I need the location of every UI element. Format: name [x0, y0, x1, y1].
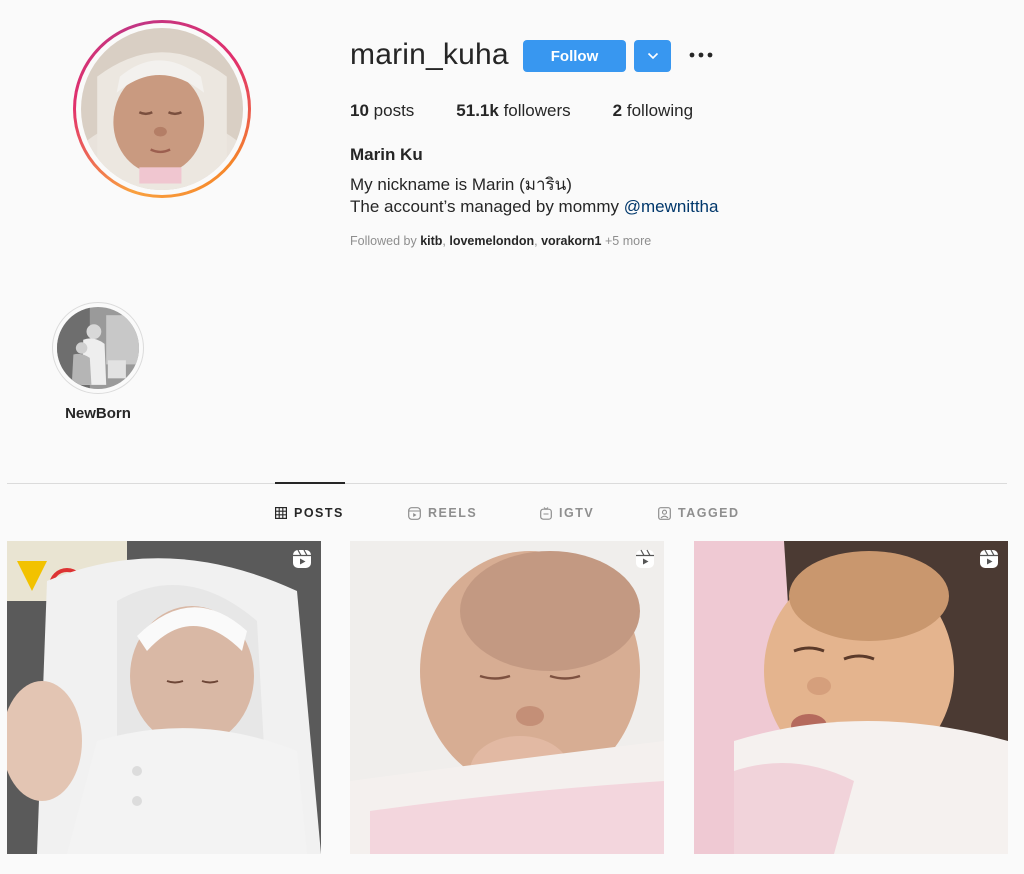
post-tile[interactable]: [7, 541, 321, 854]
bio-line-1: My nickname is Marin (มาริน): [350, 175, 572, 194]
post-photo: [7, 541, 321, 854]
tab-tagged[interactable]: TAGGED: [658, 504, 740, 522]
followers-count: 51.1k: [456, 101, 499, 120]
avatar-border: [76, 23, 248, 195]
follow-button[interactable]: Follow: [523, 40, 626, 72]
following-stat[interactable]: 2 following: [613, 101, 693, 121]
followed-by-more[interactable]: +5 more: [605, 234, 651, 248]
post-photo: [350, 541, 664, 854]
tab-igtv[interactable]: IGTV: [540, 504, 594, 522]
tab-reels[interactable]: REELS: [408, 504, 477, 522]
followed-by-user[interactable]: kitb: [420, 234, 442, 248]
tab-label: POSTS: [294, 506, 344, 520]
following-label: following: [626, 101, 694, 120]
post-photo: [694, 541, 1008, 854]
avatar-photo: [81, 28, 243, 190]
followed-by[interactable]: Followed by kitb, lovemelondon, vorakorn…: [350, 234, 651, 248]
followers-label: followers: [503, 101, 571, 120]
followers-stat[interactable]: 51.1k followers: [456, 101, 570, 121]
tab-label: REELS: [428, 506, 478, 520]
profile-stats: 10 posts 51.1k followers 2 following: [350, 101, 735, 121]
username-title: marin_kuha: [350, 38, 509, 71]
story-highlight[interactable]: [52, 302, 144, 394]
posts-count: 10: [350, 101, 369, 120]
tagged-icon: [658, 506, 671, 520]
igtv-icon: [540, 506, 552, 520]
grid-icon: [275, 507, 287, 519]
tabs-divider: [7, 483, 1007, 484]
bio-line-2: The account’s managed by mommy @mewnitth…: [350, 197, 718, 217]
highlight-label: NewBorn: [65, 405, 131, 422]
reel-icon: [980, 549, 998, 568]
reel-icon: [293, 549, 311, 568]
bio-line-2-text: The account’s managed by mommy: [350, 197, 619, 216]
reel-icon: [636, 549, 654, 568]
followed-by-prefix: Followed by: [350, 234, 417, 248]
profile-avatar[interactable]: [73, 20, 251, 198]
more-horizontal-icon: [689, 52, 713, 58]
bio-mention-link[interactable]: @mewnittha: [624, 197, 719, 216]
following-count: 2: [612, 101, 623, 120]
post-tile[interactable]: [350, 541, 664, 854]
active-tab-indicator: [275, 482, 345, 484]
post-tile[interactable]: [694, 541, 1008, 854]
followed-by-user[interactable]: vorakorn1: [541, 234, 601, 248]
highlight-cover: [57, 307, 139, 389]
full-name: Marin Ku: [350, 145, 423, 164]
tab-posts[interactable]: POSTS: [275, 504, 344, 522]
reels-icon: [408, 506, 421, 520]
more-options-button[interactable]: [688, 44, 714, 66]
posts-stat: 10 posts: [350, 101, 414, 121]
tab-label: TAGGED: [678, 506, 740, 520]
followed-by-user[interactable]: lovemelondon: [449, 234, 534, 248]
suggested-accounts-button[interactable]: [634, 40, 671, 72]
posts-label: posts: [373, 101, 415, 120]
tab-label: IGTV: [559, 506, 595, 520]
chevron-down-icon: [647, 52, 658, 60]
